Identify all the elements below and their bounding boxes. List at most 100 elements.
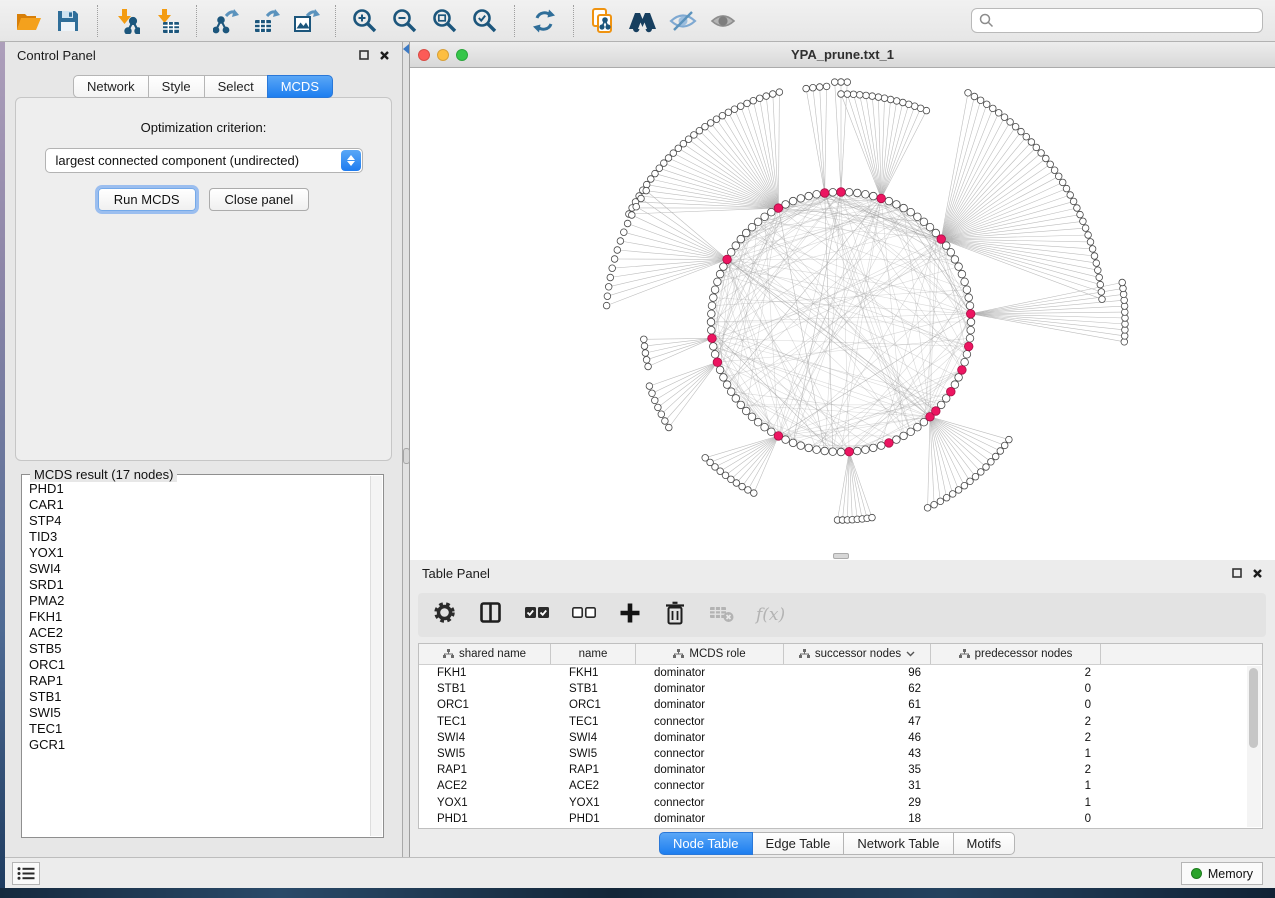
mcds-node-item[interactable]: STB5 [29, 641, 369, 657]
mcds-node-item[interactable]: GCR1 [29, 737, 369, 753]
mcds-node-item[interactable]: PMA2 [29, 593, 369, 609]
mcds-node-item[interactable]: PHD1 [29, 481, 369, 497]
import-table-icon[interactable] [149, 4, 185, 38]
chevron-down-icon[interactable] [906, 651, 915, 657]
toolbar-separator [573, 5, 574, 37]
memory-status-icon [1191, 868, 1202, 879]
table-row[interactable]: ACE2ACE2connector311 [419, 778, 1247, 794]
tab-motifs[interactable]: Motifs [953, 832, 1016, 855]
column-header-successor-nodes[interactable]: successor nodes [784, 644, 931, 664]
splitter-handle[interactable] [403, 448, 410, 464]
network-window-titlebar[interactable]: YPA_prune.txt_1 [410, 42, 1275, 68]
close-panel-button[interactable]: Close panel [209, 188, 310, 211]
float-panel-icon[interactable] [359, 50, 369, 60]
mcds-node-item[interactable]: RAP1 [29, 673, 369, 689]
cell-successor-nodes: 46 [784, 732, 931, 744]
mcds-node-item[interactable]: TEC1 [29, 721, 369, 737]
eye-icon[interactable] [705, 4, 741, 38]
zoom-out-icon[interactable] [387, 4, 423, 38]
column-header-name[interactable]: name [551, 644, 636, 664]
network-search-box[interactable] [971, 8, 1263, 33]
list-icon [17, 866, 35, 881]
column-header-MCDS-role[interactable]: MCDS role [636, 644, 784, 664]
mcds-node-item[interactable]: SWI4 [29, 561, 369, 577]
table-row[interactable]: STB1STB1dominator620 [419, 681, 1247, 697]
mcds-node-item[interactable]: ORC1 [29, 657, 369, 673]
close-panel-icon[interactable] [1252, 568, 1263, 579]
mcds-node-item[interactable]: SRD1 [29, 577, 369, 593]
table-scrollbar[interactable] [1247, 666, 1261, 827]
export-image-icon[interactable] [288, 4, 324, 38]
refresh-icon[interactable] [526, 4, 562, 38]
tab-select[interactable]: Select [204, 75, 268, 98]
export-table-icon[interactable] [248, 4, 284, 38]
float-panel-icon[interactable] [1232, 568, 1242, 578]
network-title: YPA_prune.txt_1 [410, 47, 1275, 62]
tab-network[interactable]: Network [73, 75, 149, 98]
close-panel-icon[interactable] [379, 50, 390, 61]
binoculars-icon[interactable] [625, 4, 661, 38]
tab-network-table[interactable]: Network Table [843, 832, 953, 855]
cell-predecessor-nodes: 2 [931, 764, 1101, 776]
trash-icon[interactable] [663, 600, 687, 631]
zoom-fit-icon [432, 8, 458, 34]
search-input[interactable] [999, 13, 1255, 28]
clone-network-icon [590, 7, 616, 35]
zoom-fit-icon[interactable] [427, 4, 463, 38]
mcds-node-item[interactable]: STP4 [29, 513, 369, 529]
export-network-icon[interactable] [208, 4, 244, 38]
zoom-selected-icon[interactable] [467, 4, 503, 38]
gear-icon[interactable] [432, 600, 457, 630]
cell-shared-name: RAP1 [419, 764, 551, 776]
collapse-left-arrow-icon[interactable] [403, 44, 409, 54]
run-mcds-button[interactable]: Run MCDS [98, 188, 196, 211]
criterion-select[interactable]: largest connected component (undirected) [45, 148, 363, 173]
clone-network-icon[interactable] [585, 4, 621, 38]
deselect-all-icon[interactable] [571, 600, 597, 630]
table-row[interactable]: TEC1TEC1connector472 [419, 714, 1247, 730]
mcds-node-item[interactable]: TID3 [29, 529, 369, 545]
memory-button[interactable]: Memory [1181, 862, 1263, 885]
column-header-predecessor-nodes[interactable]: predecessor nodes [931, 644, 1101, 664]
table-row[interactable]: RAP1RAP1dominator352 [419, 762, 1247, 778]
cell-MCDS-role: dominator [636, 683, 784, 695]
horizontal-splitter-handle[interactable] [833, 553, 849, 559]
table-row[interactable]: ORC1ORC1dominator610 [419, 697, 1247, 713]
result-scrollbar[interactable] [370, 476, 382, 836]
eye-slash-icon[interactable] [665, 4, 701, 38]
add-icon[interactable] [618, 601, 642, 630]
mcds-node-item[interactable]: YOX1 [29, 545, 369, 561]
table-row[interactable]: PHD1PHD1dominator180 [419, 811, 1247, 827]
tab-style[interactable]: Style [148, 75, 205, 98]
cell-shared-name: PHD1 [419, 813, 551, 825]
zoom-in-icon [352, 8, 378, 34]
tab-edge-table[interactable]: Edge Table [752, 832, 845, 855]
select-all-icon[interactable] [524, 600, 550, 630]
open-icon[interactable] [10, 4, 46, 38]
column-header-shared-name[interactable]: shared name [419, 644, 551, 664]
tab-mcds[interactable]: MCDS [267, 75, 333, 98]
save-icon[interactable] [50, 4, 86, 38]
scrollbar-thumb[interactable] [1249, 668, 1258, 748]
table-row[interactable]: FKH1FKH1dominator962 [419, 665, 1247, 681]
mcds-node-item[interactable]: CAR1 [29, 497, 369, 513]
attribute-type-icon [959, 649, 970, 659]
import-network-icon[interactable] [109, 4, 145, 38]
network-canvas[interactable] [410, 68, 1275, 560]
table-row[interactable]: YOX1YOX1connector291 [419, 795, 1247, 811]
cell-predecessor-nodes: 1 [931, 797, 1101, 809]
tab-node-table[interactable]: Node Table [659, 832, 753, 855]
cell-predecessor-nodes: 0 [931, 699, 1101, 711]
vertical-splitter[interactable] [403, 42, 410, 857]
zoom-in-icon[interactable] [347, 4, 383, 38]
mcds-node-item[interactable]: STB1 [29, 689, 369, 705]
import-network-icon [114, 8, 140, 34]
network-graph[interactable] [410, 68, 1275, 560]
table-row[interactable]: SWI5SWI5connector431 [419, 746, 1247, 762]
mcds-node-item[interactable]: FKH1 [29, 609, 369, 625]
mcds-node-item[interactable]: SWI5 [29, 705, 369, 721]
columns-icon[interactable] [478, 600, 503, 630]
mcds-node-item[interactable]: ACE2 [29, 625, 369, 641]
task-history-button[interactable] [12, 862, 40, 885]
table-row[interactable]: SWI4SWI4dominator462 [419, 730, 1247, 746]
